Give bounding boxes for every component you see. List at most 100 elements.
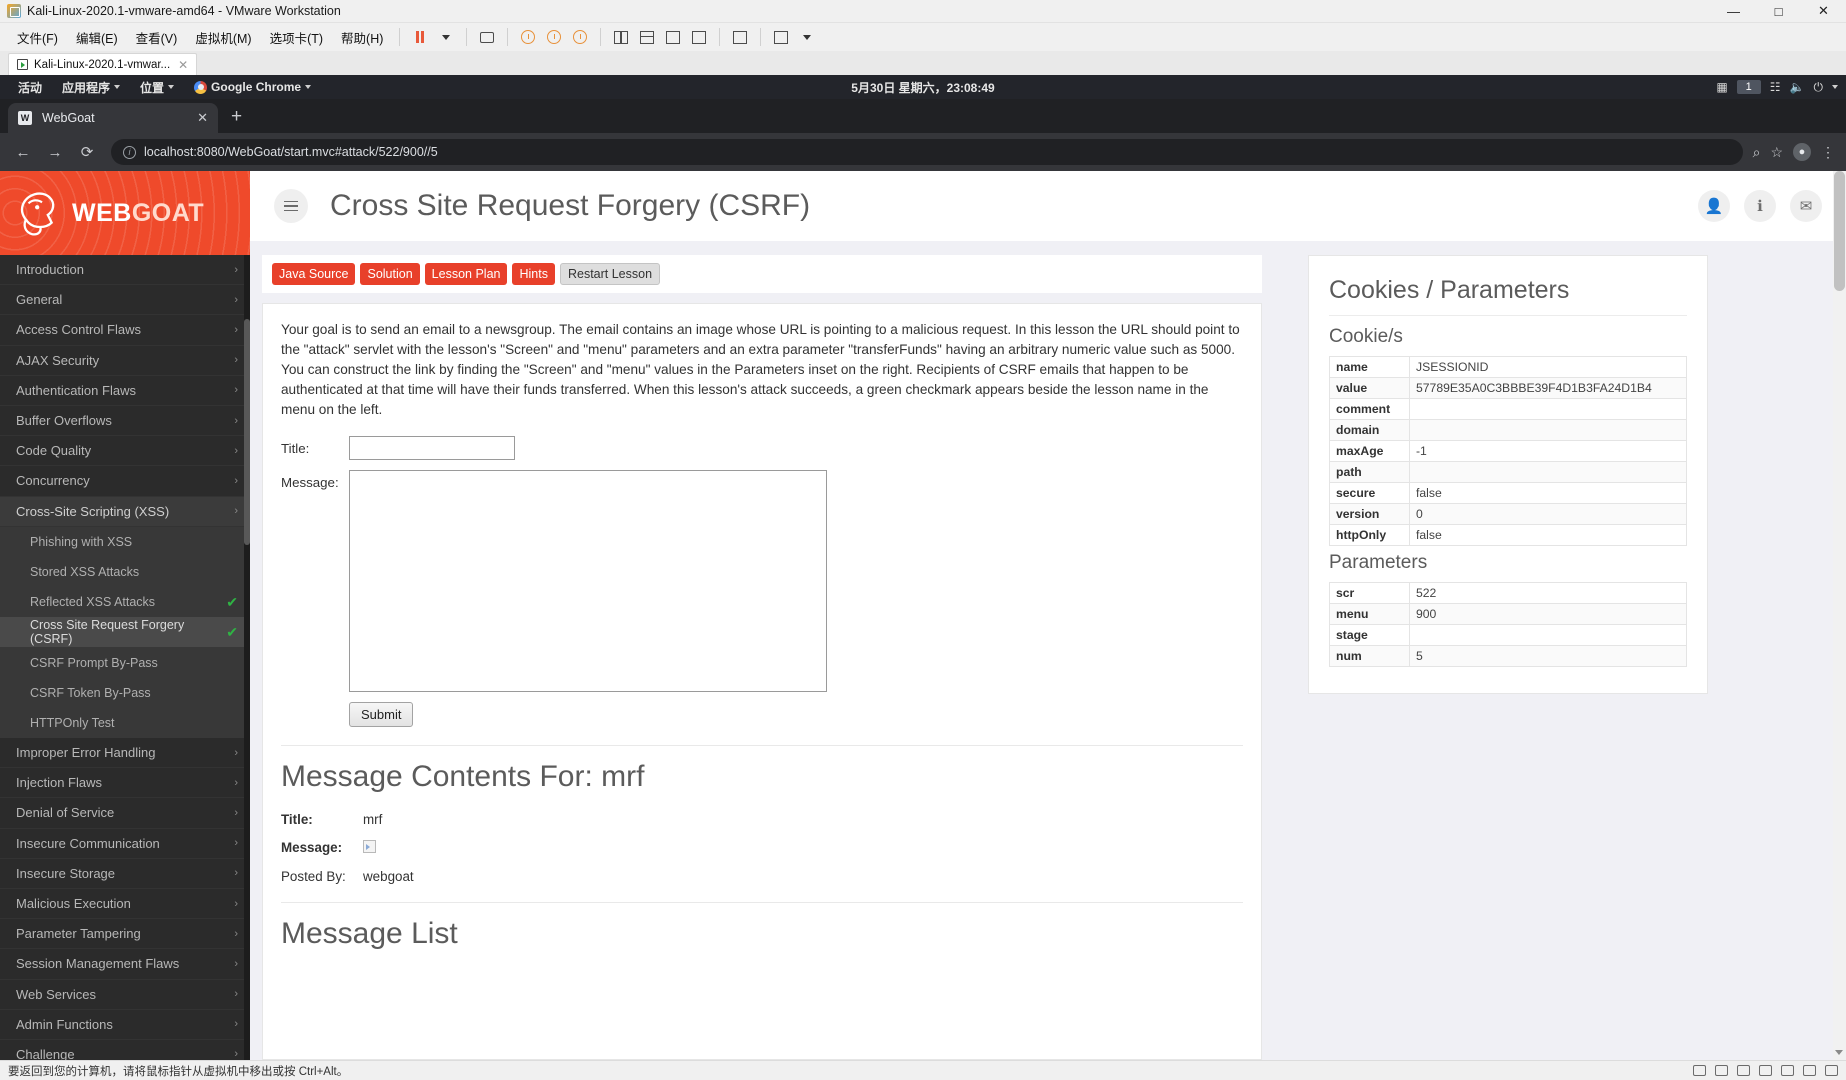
usb-icon[interactable]	[1759, 1065, 1772, 1076]
network-adapter-icon[interactable]	[1737, 1065, 1750, 1076]
fullscreen-icon[interactable]	[660, 26, 686, 48]
sidebar-item-csrf[interactable]: Cross Site Request Forgery (CSRF) ✔	[0, 617, 250, 648]
sidebar-item-stored-xss-attacks[interactable]: Stored XSS Attacks	[0, 556, 250, 588]
close-icon[interactable]: ✕	[178, 58, 188, 72]
close-button[interactable]: ✕	[1801, 0, 1846, 22]
printer-icon[interactable]	[1803, 1065, 1816, 1076]
page-scrollbar[interactable]	[1833, 171, 1846, 1060]
sidebar-item-reflected-xss-attacks[interactable]: Reflected XSS Attacks ✔	[0, 587, 250, 618]
menu-edit[interactable]: 编辑(E)	[67, 25, 127, 50]
sidebar-item-improper-error-handling[interactable]: Improper Error Handling ›	[0, 738, 250, 769]
screen-share-icon[interactable]: ▦	[1716, 80, 1727, 94]
gnome-places[interactable]: 位置	[130, 79, 184, 96]
chevron-down-icon-2[interactable]	[794, 26, 820, 48]
unity-mode-icon[interactable]	[686, 26, 712, 48]
chevron-right-icon: ›	[234, 323, 238, 336]
sidebar-item-httponly-test[interactable]: HTTPOnly Test	[0, 707, 250, 738]
profile-avatar[interactable]: ●	[1793, 143, 1811, 161]
message-textarea[interactable]	[349, 469, 827, 692]
chevron-down-icon[interactable]	[433, 26, 459, 48]
sidebar-item-csrf-prompt-bypass[interactable]: CSRF Prompt By-Pass	[0, 647, 250, 678]
gnome-top-bar: 活动 应用程序 位置 Google Chrome 5月30日 星期六，23:08…	[0, 75, 1846, 99]
close-icon[interactable]: ✕	[197, 110, 208, 126]
title-input[interactable]	[349, 435, 515, 460]
pause-icon[interactable]	[407, 26, 433, 48]
zoom-icon[interactable]: ⌕	[1753, 144, 1761, 161]
reload-button[interactable]: ⟳	[73, 138, 101, 166]
gnome-current-app[interactable]: Google Chrome	[184, 80, 321, 94]
menu-vm[interactable]: 虚拟机(M)	[186, 25, 260, 50]
sidebar-item-csrf-token-bypass[interactable]: CSRF Token By-Pass	[0, 677, 250, 708]
chevron-right-icon: ›	[234, 897, 238, 910]
menu-toggle-button[interactable]	[274, 189, 308, 223]
webgoat-logo[interactable]: WEBGOAT	[0, 171, 250, 255]
gnome-activities[interactable]: 活动	[8, 79, 52, 96]
menu-file[interactable]: 文件(F)	[8, 25, 67, 50]
volume-icon[interactable]: 🔈	[1790, 80, 1805, 94]
sidebar-item-parameter-tampering[interactable]: Parameter Tampering ›	[0, 919, 250, 950]
workspace-indicator[interactable]: 1	[1736, 80, 1761, 94]
sidebar-item-label: Admin Functions	[16, 1016, 113, 1032]
vm-tab-kali[interactable]: Kali-Linux-2020.1-vmwar... ✕	[8, 53, 198, 75]
snapshot-manager-icon[interactable]	[567, 26, 593, 48]
sidebar-item-introduction[interactable]: Introduction ›	[0, 255, 250, 286]
thumbnail-toggle-icon[interactable]	[634, 26, 660, 48]
display-icon[interactable]	[1825, 1065, 1838, 1076]
sidebar-item-ajax-security[interactable]: AJAX Security ›	[0, 345, 250, 376]
submit-button[interactable]: Submit	[349, 701, 414, 727]
menu-view[interactable]: 查看(V)	[127, 25, 187, 50]
info-icon[interactable]: ℹ	[1744, 190, 1776, 222]
sidebar-item-concurrency[interactable]: Concurrency ›	[0, 466, 250, 497]
console-view-icon[interactable]	[727, 26, 753, 48]
solution-button[interactable]: Solution	[360, 263, 420, 285]
chrome-menu-icon[interactable]: ⋮	[1821, 144, 1835, 161]
menu-help[interactable]: 帮助(H)	[332, 25, 392, 50]
user-icon[interactable]: 👤	[1698, 190, 1730, 222]
sidebar-item-insecure-communication[interactable]: Insecure Communication ›	[0, 828, 250, 859]
network-icon[interactable]: ☷	[1770, 80, 1781, 94]
expand-icon[interactable]	[768, 26, 794, 48]
address-bar[interactable]: i localhost:8080/WebGoat/start.mvc#attac…	[111, 139, 1743, 165]
cd-drive-icon[interactable]	[1715, 1065, 1728, 1076]
browser-tab-webgoat[interactable]: W WebGoat ✕	[8, 103, 218, 133]
sidebar-item-general[interactable]: General ›	[0, 285, 250, 316]
sidebar-item-session-management-flaws[interactable]: Session Management Flaws ›	[0, 949, 250, 980]
maximize-button[interactable]: □	[1756, 0, 1801, 22]
sidebar-item-insecure-storage[interactable]: Insecure Storage ›	[0, 858, 250, 889]
forward-button[interactable]: →	[41, 138, 69, 166]
sidebar-item-injection-flaws[interactable]: Injection Flaws ›	[0, 768, 250, 799]
gnome-applications[interactable]: 应用程序	[52, 79, 130, 96]
chevron-down-icon[interactable]	[1832, 85, 1838, 89]
mail-icon[interactable]: ✉	[1790, 190, 1822, 222]
sidebar-toggle-icon[interactable]	[608, 26, 634, 48]
sidebar-item-challenge[interactable]: Challenge ›	[0, 1039, 250, 1060]
sidebar-item-phishing-with-xss[interactable]: Phishing with XSS	[0, 526, 250, 557]
menu-divider	[600, 28, 602, 46]
restart-lesson-button[interactable]: Restart Lesson	[559, 263, 661, 285]
sidebar-item-cross-site-scripting[interactable]: Cross-Site Scripting (XSS) ›	[0, 496, 250, 527]
new-tab-button[interactable]: +	[218, 106, 255, 133]
sound-card-icon[interactable]	[1781, 1065, 1794, 1076]
sidebar-item-web-services[interactable]: Web Services ›	[0, 979, 250, 1010]
sidebar-item-malicious-execution[interactable]: Malicious Execution ›	[0, 888, 250, 920]
scroll-down-icon[interactable]	[1835, 1050, 1843, 1055]
java-source-button[interactable]: Java Source	[272, 263, 356, 285]
sidebar-item-access-control-flaws[interactable]: Access Control Flaws ›	[0, 315, 250, 346]
sidebar-item-denial-of-service[interactable]: Denial of Service ›	[0, 798, 250, 829]
sidebar-item-authentication-flaws[interactable]: Authentication Flaws ›	[0, 375, 250, 406]
power-icon[interactable]: ⏻	[1814, 80, 1824, 95]
sidebar-item-code-quality[interactable]: Code Quality ›	[0, 436, 250, 467]
sidebar-item-buffer-overflows[interactable]: Buffer Overflows ›	[0, 405, 250, 437]
snapshot-take-icon[interactable]	[515, 26, 541, 48]
hints-button[interactable]: Hints	[512, 263, 555, 285]
bookmark-star-icon[interactable]: ☆	[1770, 144, 1783, 161]
sidebar-item-admin-functions[interactable]: Admin Functions ›	[0, 1009, 250, 1040]
menu-tabs[interactable]: 选项卡(T)	[261, 25, 332, 50]
snapshot-revert-icon[interactable]	[541, 26, 567, 48]
hard-disk-icon[interactable]	[1693, 1065, 1706, 1076]
network-icon[interactable]	[474, 26, 500, 48]
lesson-plan-button[interactable]: Lesson Plan	[424, 263, 508, 285]
back-button[interactable]: ←	[9, 138, 37, 166]
minimize-button[interactable]: —	[1711, 0, 1756, 22]
site-info-icon[interactable]: i	[123, 145, 136, 159]
